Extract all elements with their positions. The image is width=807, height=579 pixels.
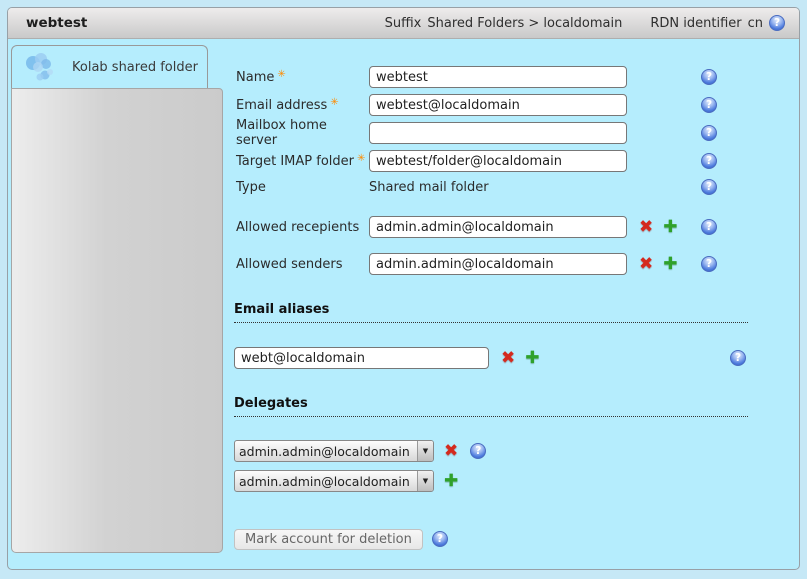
field-label: Type	[236, 180, 369, 195]
help-icon[interactable]: ?	[701, 219, 717, 235]
form-row-mailbox-home-server: Mailbox home server ?	[236, 122, 756, 144]
kolab-logo-icon	[24, 51, 58, 85]
rdn-identifier-label: RDN identifier	[650, 16, 741, 31]
suffix-value: Shared Folders > localdomain	[427, 16, 622, 31]
email-alias-row: ✖ ✚ ?	[234, 347, 754, 369]
delegate-select-value: admin.admin@localdomain	[235, 474, 417, 489]
delegate-select-value: admin.admin@localdomain	[235, 444, 417, 459]
mark-deletion-button[interactable]: Mark account for deletion	[234, 529, 423, 550]
allowed-recepients-input[interactable]	[369, 216, 627, 238]
mailbox-home-server-input[interactable]	[369, 122, 627, 144]
rdn-identifier-value: cn	[748, 16, 763, 31]
tab-kolab-shared-folder[interactable]: Kolab shared folder	[11, 45, 208, 89]
suffix-label: Suffix	[385, 16, 422, 31]
chevron-down-icon: ▼	[417, 441, 433, 461]
name-input[interactable]	[369, 66, 627, 88]
required-marker-icon: ✳	[330, 97, 338, 108]
help-icon[interactable]: ?	[701, 179, 717, 195]
field-label: Allowed senders	[236, 257, 369, 272]
delegate-select[interactable]: admin.admin@localdomain ▼	[234, 440, 434, 462]
field-label: Allowed recepients	[236, 220, 369, 235]
delegate-row: admin.admin@localdomain ▼ ✖ ?	[234, 440, 754, 462]
required-marker-icon: ✳	[357, 153, 365, 164]
form-row-type: Type Shared mail folder ?	[236, 176, 756, 198]
footer-actions: Mark account for deletion ?	[234, 528, 754, 550]
target-imap-folder-input[interactable]	[369, 150, 627, 172]
help-icon[interactable]: ?	[701, 97, 717, 113]
form-row-allowed-recepients: Allowed recepients ✖ ✚ ?	[236, 216, 756, 238]
help-icon[interactable]: ?	[701, 69, 717, 85]
section-email-aliases-title: Email aliases	[234, 302, 748, 323]
help-icon[interactable]: ?	[701, 256, 717, 272]
allowed-senders-input[interactable]	[369, 253, 627, 275]
delete-icon[interactable]: ✖	[501, 350, 515, 367]
field-label: Mailbox home server	[236, 118, 369, 148]
form-row-email: Email address✳ ?	[236, 94, 756, 116]
add-icon[interactable]: ✚	[663, 219, 677, 236]
sidebar-panel	[11, 88, 223, 553]
field-label: Email address✳	[236, 97, 369, 113]
type-value: Shared mail folder	[369, 180, 489, 195]
form-row-name: Name✳ ?	[236, 66, 756, 88]
email-address-input[interactable]	[369, 94, 627, 116]
delete-icon[interactable]: ✖	[444, 443, 458, 460]
help-icon[interactable]: ?	[730, 350, 746, 366]
header-meta: Suffix Shared Folders > localdomain RDN …	[385, 15, 785, 31]
page-background: webtest Suffix Shared Folders > localdom…	[0, 0, 807, 579]
help-icon[interactable]: ?	[701, 153, 717, 169]
help-icon[interactable]: ?	[701, 125, 717, 141]
add-icon[interactable]: ✚	[525, 350, 539, 367]
form-row-allowed-senders: Allowed senders ✖ ✚ ?	[236, 253, 756, 275]
delete-icon[interactable]: ✖	[639, 256, 653, 273]
header-bar: webtest Suffix Shared Folders > localdom…	[8, 8, 799, 39]
add-icon[interactable]: ✚	[663, 256, 677, 273]
delegate-row: admin.admin@localdomain ▼ ✚	[234, 470, 754, 492]
form-row-target-imap-folder: Target IMAP folder✳ ?	[236, 150, 756, 172]
help-icon[interactable]: ?	[432, 531, 448, 547]
email-alias-input[interactable]	[234, 347, 489, 369]
field-label: Target IMAP folder✳	[236, 153, 369, 169]
section-delegates-title: Delegates	[234, 396, 748, 417]
delete-icon[interactable]: ✖	[639, 219, 653, 236]
field-label: Name✳	[236, 69, 369, 85]
account-edit-panel: webtest Suffix Shared Folders > localdom…	[7, 7, 800, 570]
help-icon[interactable]: ?	[769, 15, 785, 31]
help-icon[interactable]: ?	[470, 443, 486, 459]
delegate-select[interactable]: admin.admin@localdomain ▼	[234, 470, 434, 492]
chevron-down-icon: ▼	[417, 471, 433, 491]
tab-label: Kolab shared folder	[72, 60, 198, 75]
required-marker-icon: ✳	[277, 69, 285, 80]
add-icon[interactable]: ✚	[444, 473, 458, 490]
page-title: webtest	[26, 15, 87, 31]
